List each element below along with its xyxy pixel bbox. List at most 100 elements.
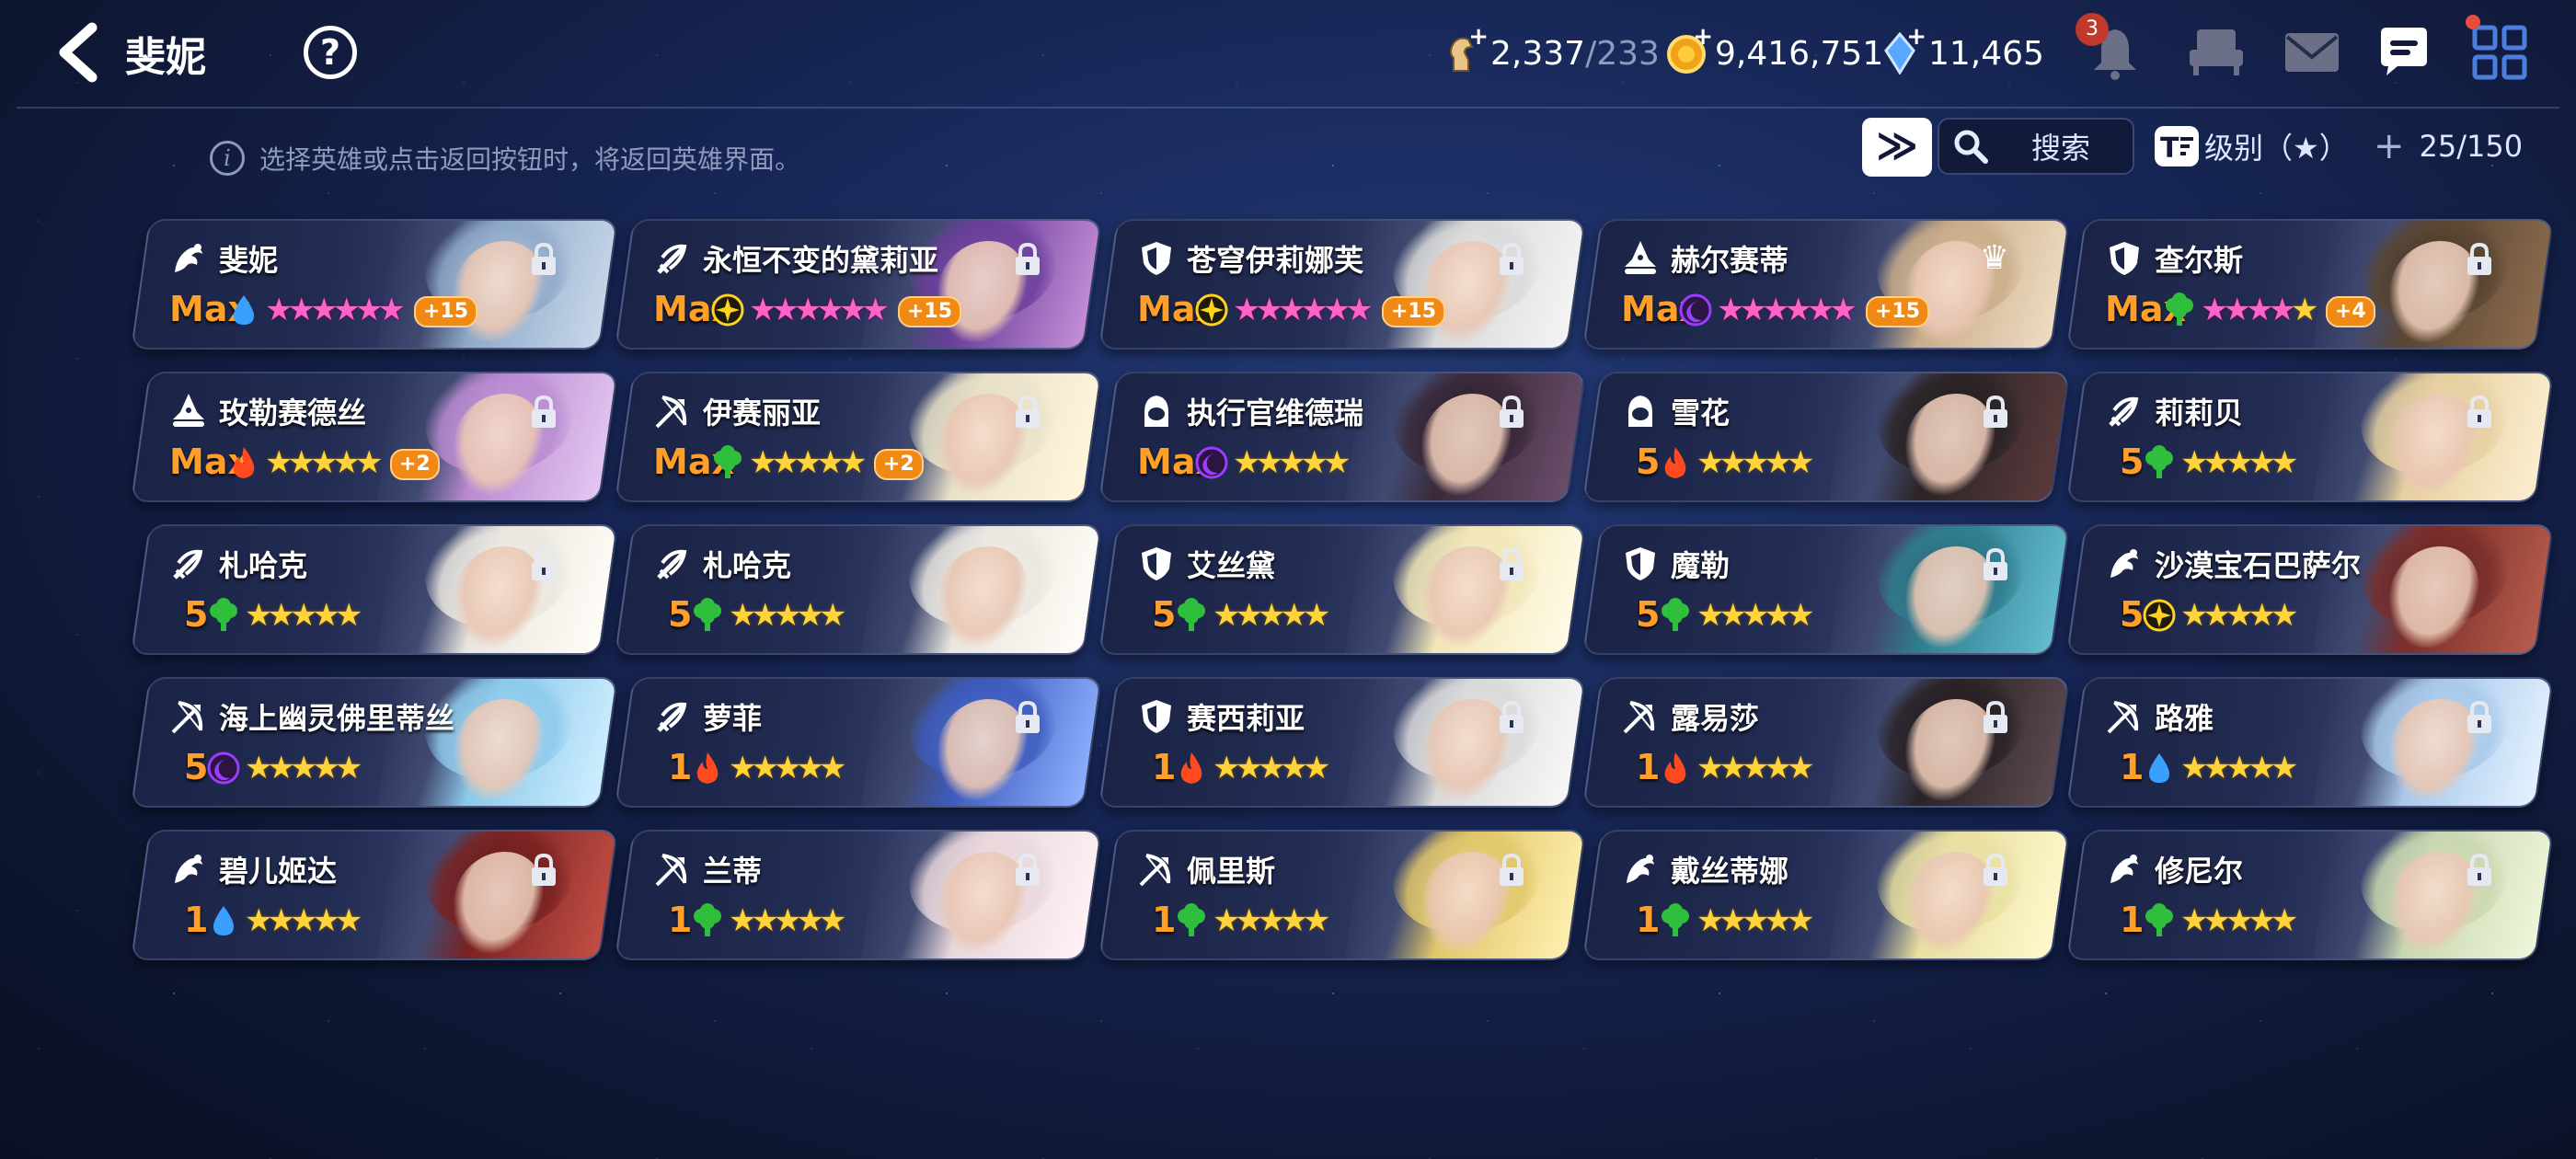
lock-icon[interactable] [1012, 852, 1043, 889]
hero-card[interactable]: 沙漠宝石巴萨尔 5 ★ ★ ★ ★ ★ [2066, 524, 2554, 655]
hero-card[interactable]: 莉莉贝 5 ★ ★ ★ ★ ★ [2066, 372, 2554, 502]
lock-icon[interactable] [1496, 394, 1527, 430]
chat-icon[interactable] [2374, 22, 2434, 83]
hero-card[interactable]: 执行官维德瑞 Max ★ ★ ★ ★ ★ [1098, 372, 1586, 502]
hero-level: 1 [184, 900, 209, 940]
hero-card[interactable]: 永恒不变的黛莉亚 Max ★ ★ ★ ★ ★ ★ +15 [615, 219, 1102, 350]
lock-icon[interactable] [2464, 852, 2495, 889]
hero-card[interactable]: 路雅 1 ★ ★ ★ ★ ★ [2066, 677, 2554, 808]
star-icon: ★ [1786, 444, 1815, 481]
lock-icon[interactable] [528, 394, 559, 430]
mage-class-icon [2110, 549, 2138, 578]
lock-icon[interactable] [1980, 394, 2011, 430]
lock-icon[interactable] [528, 852, 559, 889]
lock-icon[interactable] [1496, 546, 1527, 583]
lock-icon[interactable] [1980, 546, 2011, 583]
hero-level: 5 [668, 594, 693, 635]
back-arrow-icon[interactable] [48, 20, 112, 85]
hero-card[interactable]: 赫尔赛蒂 ♛ Max ★ ★ ★ ★ ★ ★ +15 [1582, 219, 2070, 350]
menu-alert-dot [2466, 15, 2480, 29]
hero-card[interactable]: 雪花 5 ★ ★ ★ ★ ★ [1582, 372, 2070, 502]
stamina-resource[interactable]: + 2,337 /233 [1441, 23, 1660, 81]
hero-card[interactable]: 兰蒂 1 ★ ★ ★ ★ ★ [615, 830, 1102, 960]
warlock-class-icon [1625, 241, 1656, 274]
hero-star-rating: ★ ★ ★ ★ ★ [1213, 598, 1330, 633]
hero-name: 艾丝黛 [1187, 548, 1276, 583]
hero-name: 查尔斯 [2155, 243, 2244, 278]
stamina-value: 2,337 [1490, 34, 1586, 73]
search-icon [1954, 130, 1988, 164]
grid-menu-icon[interactable] [2469, 22, 2530, 83]
lock-icon[interactable] [528, 241, 559, 278]
star-icon: ★ [1786, 902, 1815, 939]
star-icon: ★ [354, 444, 384, 481]
hero-star-rating: ★ ★ ★ ★ ★ ★ [749, 293, 890, 327]
earth-element-icon [694, 598, 721, 631]
hero-level: 5 [2120, 442, 2145, 482]
hero-card[interactable]: 札哈克 5 ★ ★ ★ ★ ★ [131, 524, 618, 655]
star-icon: ★ [1829, 292, 1857, 328]
search-box[interactable]: 搜索 [1938, 118, 2134, 175]
lock-icon[interactable] [1496, 852, 1527, 889]
lock-icon[interactable] [2464, 394, 2495, 430]
hero-card[interactable]: 赛西莉亚 1 ★ ★ ★ ★ ★ [1098, 677, 1586, 808]
water-element-icon [213, 906, 234, 935]
star-icon: ★ [334, 597, 363, 634]
hero-card[interactable]: 修尼尔 1 ★ ★ ★ ★ ★ [2066, 830, 2554, 960]
lock-icon[interactable] [1980, 699, 2011, 736]
horse-icon: + [1441, 23, 1489, 75]
lock-icon[interactable] [1012, 241, 1043, 278]
hero-level: 1 [2120, 747, 2145, 787]
sort-button[interactable]: T 级别（★） [2155, 125, 2349, 167]
sofa-icon[interactable] [2186, 22, 2247, 83]
hero-count-value: 25/150 [2419, 129, 2524, 164]
hero-card[interactable]: 艾丝黛 5 ★ ★ ★ ★ ★ [1098, 524, 1586, 655]
hero-card[interactable]: 查尔斯 Max ★ ★ ★ ★ ★ +4 [2066, 219, 2554, 350]
crystal-resource[interactable]: + 11,465 [1879, 23, 2044, 81]
lock-icon[interactable] [1496, 699, 1527, 736]
hero-name: 戴丝蒂娜 [1671, 854, 1789, 889]
hero-card[interactable]: 海上幽灵佛里蒂丝 5 ★ ★ ★ ★ ★ [131, 677, 618, 808]
hero-card[interactable]: 戴丝蒂娜 1 ★ ★ ★ ★ ★ [1582, 830, 2070, 960]
help-button[interactable]: ? [304, 26, 357, 79]
hero-card[interactable]: 札哈克 5 ★ ★ ★ ★ ★ [615, 524, 1102, 655]
hero-name: 斐妮 [219, 243, 279, 278]
hero-card[interactable]: 苍穹伊莉娜芙 Max ★ ★ ★ ★ ★ ★ +15 [1098, 219, 1586, 350]
hero-name: 萝菲 [703, 701, 763, 736]
hero-card[interactable]: 佩里斯 1 ★ ★ ★ ★ ★ [1098, 830, 1586, 960]
hero-star-rating: ★ ★ ★ ★ ★ [729, 598, 846, 633]
hero-card[interactable]: 伊赛丽亚 Max ★ ★ ★ ★ ★ +2 [615, 372, 1102, 502]
hero-card[interactable]: 碧儿姬达 1 ★ ★ ★ ★ ★ [131, 830, 618, 960]
lock-icon[interactable] [1496, 241, 1527, 278]
skip-button[interactable]: ≫ [1862, 118, 1932, 177]
lock-icon[interactable] [1012, 394, 1043, 430]
lock-icon[interactable] [2464, 241, 2495, 278]
enhance-badge: +2 [390, 449, 440, 480]
hero-card[interactable]: 玫勒赛德丝 Max ★ ★ ★ ★ ★ +2 [131, 372, 618, 502]
hero-portrait [1829, 524, 2068, 653]
lock-icon[interactable] [1012, 699, 1043, 736]
mail-icon[interactable] [2282, 22, 2342, 83]
lock-icon[interactable] [2464, 699, 2495, 736]
lock-icon[interactable] [1980, 852, 2011, 889]
gold-resource[interactable]: + 9,416,751 [1665, 23, 1883, 81]
hero-name: 碧儿姬达 [219, 854, 338, 889]
hero-star-rating: ★ ★ ★ ★ ★ [1213, 903, 1330, 938]
earth-element-icon [1662, 903, 1689, 936]
archer-class-icon [655, 854, 687, 887]
dark-element-icon [1195, 446, 1228, 479]
star-icon: ★ [1322, 444, 1351, 481]
hero-count[interactable]: + 25/150 [2374, 125, 2523, 167]
hero-card[interactable]: 露易莎 1 ★ ★ ★ ★ ★ [1582, 677, 2070, 808]
hero-portrait [2313, 372, 2552, 500]
hero-card[interactable]: 魔勒 5 ★ ★ ★ ★ ★ [1582, 524, 2070, 655]
hero-card[interactable]: 斐妮 Max ★ ★ ★ ★ ★ ★ +15 [131, 219, 618, 350]
knight-class-icon [1142, 547, 1171, 580]
hero-card[interactable]: 萝菲 1 ★ ★ ★ ★ ★ [615, 677, 1102, 808]
hero-portrait [1829, 677, 2068, 806]
ranger-class-icon [173, 549, 203, 580]
crystal-icon: + [1879, 23, 1926, 75]
archer-class-icon [171, 701, 203, 734]
lock-icon[interactable] [528, 546, 559, 583]
hero-level: 5 [1636, 442, 1661, 482]
